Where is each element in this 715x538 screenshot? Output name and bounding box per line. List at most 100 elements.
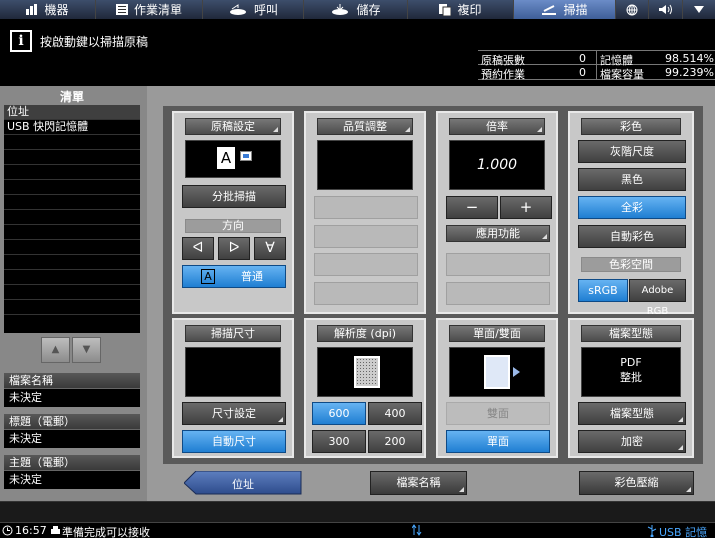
color-compression-button[interactable]: 彩色壓縮 [579, 471, 694, 495]
tab-scan[interactable]: 掃描 [514, 0, 616, 19]
list-item[interactable] [4, 240, 140, 255]
full-color-button[interactable]: 全彩 [578, 196, 686, 219]
srgb-button[interactable]: sRGB [578, 279, 628, 302]
orientation-inverted-button[interactable]: ∀ [254, 237, 286, 260]
list-item[interactable] [4, 165, 140, 180]
speaker-icon [658, 4, 672, 15]
duplex-button[interactable]: 雙面 [446, 402, 550, 425]
tab-save[interactable]: 儲存 [304, 0, 408, 19]
adobe-rgb-button[interactable]: Adobe RGB [629, 279, 686, 317]
batch-scan-button[interactable]: 分批掃描 [182, 185, 286, 208]
counter-value: 98.514% [665, 52, 714, 65]
resolution-card: 解析度 (dpi) 600 400 300 200 [304, 318, 426, 458]
size-setting-button[interactable]: 尺寸設定 [182, 402, 286, 425]
page-orientation-icon: A [217, 147, 235, 169]
encryption-button[interactable]: 加密 [578, 430, 686, 453]
tab-language[interactable] [616, 0, 649, 19]
orientation-normal-button[interactable]: A 普通 [182, 265, 286, 288]
scroll-down-button[interactable]: ▼ [72, 337, 101, 363]
original-preview: A [185, 140, 281, 178]
tab-more[interactable] [683, 0, 715, 19]
email-subject-field[interactable]: 主題（電郵） 未決定 [4, 455, 140, 489]
top-tab-bar: 機器 作業清單 呼叫 儲存 複印 掃描 [0, 0, 715, 19]
tab-machine[interactable]: 機器 [0, 0, 96, 19]
list-item[interactable] [4, 210, 140, 225]
field-label: 標題（電郵） [4, 414, 140, 430]
empty-slot [446, 253, 550, 276]
filename-button[interactable]: 檔案名稱 [370, 471, 467, 495]
globe-icon [626, 4, 638, 15]
auto-size-button[interactable]: 自動尺寸 [182, 430, 286, 453]
zoom-button[interactable]: 倍率 [449, 118, 545, 135]
original-settings-button[interactable]: 原稿設定 [185, 118, 281, 135]
tab-recall[interactable]: 呼叫 [203, 0, 304, 19]
filename-field[interactable]: 檔案名稱 未決定 [4, 373, 140, 407]
file-type-button[interactable]: 檔案型態 [578, 402, 686, 425]
file-mode: 整批 [620, 371, 642, 384]
dpi-600-button[interactable]: 600 [312, 402, 366, 425]
address-button[interactable]: 位址 [184, 471, 302, 495]
auto-color-button[interactable]: 自動彩色 [578, 225, 686, 248]
scan-size-preview [185, 347, 281, 397]
list-item[interactable] [4, 135, 140, 150]
counter-label: 檔案容量 [600, 68, 644, 81]
resolution-title: 解析度 (dpi) [317, 325, 413, 342]
field-label: 主題（電郵） [4, 455, 140, 471]
list-item[interactable] [4, 270, 140, 285]
address-label: 位址 [232, 478, 254, 491]
file-type-title: 檔案型態 [581, 325, 681, 342]
list-item[interactable] [4, 150, 140, 165]
dpi-300-button[interactable]: 300 [312, 430, 366, 453]
quality-adjust-button[interactable]: 品質調整 [317, 118, 413, 135]
zoom-minus-button[interactable]: − [446, 196, 498, 219]
zoom-plus-button[interactable]: + [500, 196, 552, 219]
resolution-preview [317, 347, 413, 397]
duplex-preview [449, 347, 545, 397]
copy-icon [439, 3, 452, 16]
list-title: 清單 [59, 90, 84, 104]
status-message: 按啟動鍵以掃描原稿 [40, 35, 149, 49]
tab-volume[interactable] [649, 0, 683, 19]
single-sided-button[interactable]: 單面 [446, 430, 550, 453]
grayscale-button[interactable]: 灰階尺度 [578, 140, 686, 163]
orientation-left-button[interactable]: ᐊ [182, 237, 214, 260]
field-value: 未決定 [4, 471, 140, 489]
empty-slot [446, 282, 550, 305]
field-value: 未決定 [4, 430, 140, 448]
image-icon [240, 151, 252, 161]
tab-label: 作業清單 [133, 3, 182, 17]
dpi-400-button[interactable]: 400 [368, 402, 422, 425]
application-button[interactable]: 應用功能 [446, 225, 550, 242]
clock-time: 16:57 [15, 524, 47, 537]
field-label: 檔案名稱 [4, 373, 140, 389]
dpi-200-button[interactable]: 200 [368, 430, 422, 453]
duplex-title: 單面/雙面 [449, 325, 545, 342]
list-item[interactable] [4, 255, 140, 270]
single-page-icon [484, 355, 510, 389]
list-item[interactable]: USB 快閃記憶體 [4, 120, 140, 135]
counter-label: 預約作業 [481, 68, 525, 81]
scroll-up-button[interactable]: ▲ [41, 337, 70, 363]
orientation-right-button[interactable]: ᐅ [218, 237, 250, 260]
normal-label: 普通 [241, 270, 263, 283]
black-button[interactable]: 黑色 [578, 168, 686, 191]
zoom-value: 1.000 [449, 140, 545, 190]
recall-icon [229, 3, 246, 15]
tab-label: 複印 [457, 3, 482, 17]
file-type-preview: PDF 整批 [581, 347, 681, 397]
sidebar: 清單 位址 USB 快閃記憶體 ▲ ▼ 檔案名稱 未決定 標題（電郵） 未決定 … [0, 86, 147, 501]
list-item[interactable] [4, 285, 140, 300]
color-space-label: 色彩空間 [581, 257, 681, 272]
email-title-field[interactable]: 標題（電郵） 未決定 [4, 414, 140, 448]
list-item[interactable] [4, 300, 140, 315]
list-item[interactable] [4, 315, 140, 330]
tab-copy[interactable]: 複印 [408, 0, 514, 19]
list-item[interactable] [4, 180, 140, 195]
list-item[interactable] [4, 195, 140, 210]
tab-job-list[interactable]: 作業清單 [96, 0, 203, 19]
counter-value: 0 [579, 66, 586, 79]
field-value: 未決定 [4, 389, 140, 407]
scan-icon [542, 4, 557, 15]
settings-panel: 原稿設定 A 分批掃描 方向 ᐊ ᐅ ∀ A 普通 品質調整 倍率 1.000 … [163, 106, 703, 464]
list-item[interactable] [4, 225, 140, 240]
